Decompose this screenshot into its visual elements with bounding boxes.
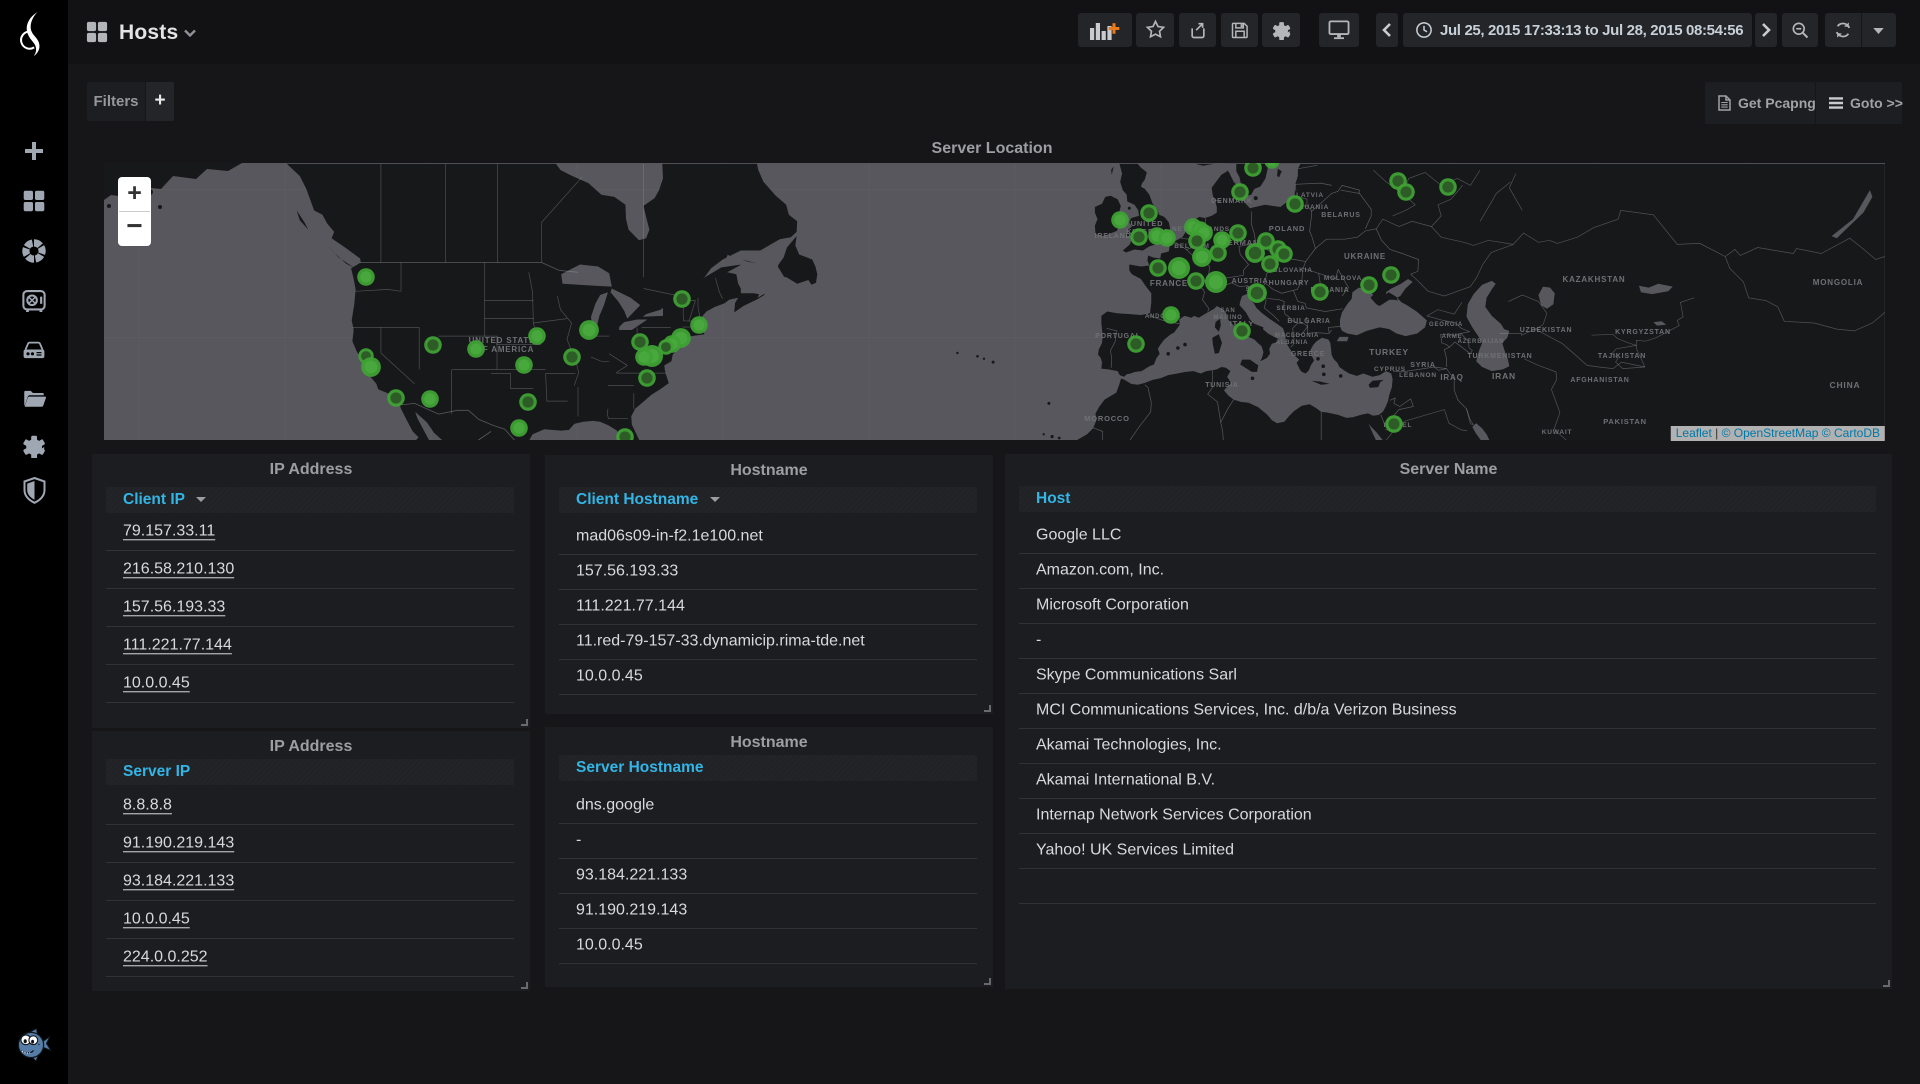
svg-text:IRELAND: IRELAND xyxy=(1095,233,1132,240)
svg-text:IRAN: IRAN xyxy=(1492,371,1516,381)
svg-text:TUNISIA: TUNISIA xyxy=(1205,382,1239,389)
svg-text:GREECE: GREECE xyxy=(1291,351,1325,358)
svg-text:TURKEY: TURKEY xyxy=(1369,347,1409,357)
svg-text:AUSTRIA: AUSTRIA xyxy=(1232,278,1269,285)
svg-text:SYRIA: SYRIA xyxy=(1410,362,1435,369)
svg-text:SERBIA: SERBIA xyxy=(1276,305,1305,312)
svg-text:BULGARIA: BULGARIA xyxy=(1287,318,1330,325)
svg-text:LEBANON: LEBANON xyxy=(1399,372,1437,379)
svg-text:KUWAIT: KUWAIT xyxy=(1542,429,1572,436)
svg-text:TAJIKISTAN: TAJIKISTAN xyxy=(1598,353,1646,360)
svg-text:MONGOLIA: MONGOLIA xyxy=(1813,278,1863,287)
svg-text:CHINA: CHINA xyxy=(1830,380,1861,390)
svg-text:SAN: SAN xyxy=(1220,308,1235,314)
svg-text:PAKISTAN: PAKISTAN xyxy=(1603,417,1647,426)
svg-text:DENMARK: DENMARK xyxy=(1211,198,1252,205)
svg-text:GEORGIA: GEORGIA xyxy=(1429,322,1463,328)
svg-text:UZBEKISTAN: UZBEKISTAN xyxy=(1520,327,1573,334)
svg-text:KYRGYZSTAN: KYRGYZSTAN xyxy=(1615,329,1671,336)
svg-text:AZERBAIJAN: AZERBAIJAN xyxy=(1458,339,1505,345)
svg-text:MOLDOVA: MOLDOVA xyxy=(1324,275,1362,282)
svg-text:MOROCCO: MOROCCO xyxy=(1084,414,1130,423)
svg-text:UKRAINE: UKRAINE xyxy=(1344,252,1386,261)
svg-text:ALBANIA: ALBANIA xyxy=(1276,340,1309,346)
svg-text:MACEDONIA: MACEDONIA xyxy=(1275,333,1319,339)
svg-text:TURKMENISTAN: TURKMENISTAN xyxy=(1467,353,1532,360)
svg-text:POLAND: POLAND xyxy=(1269,224,1305,233)
svg-text:SLOVAKIA: SLOVAKIA xyxy=(1273,267,1313,274)
svg-text:KAZAKHSTAN: KAZAKHSTAN xyxy=(1563,275,1626,284)
svg-text:FRANCE: FRANCE xyxy=(1150,279,1188,288)
svg-text:BELARUS: BELARUS xyxy=(1321,212,1360,219)
svg-text:AFGHANISTAN: AFGHANISTAN xyxy=(1570,377,1629,384)
svg-text:IRAQ: IRAQ xyxy=(1440,373,1463,382)
svg-text:HUNGARY: HUNGARY xyxy=(1269,280,1310,287)
